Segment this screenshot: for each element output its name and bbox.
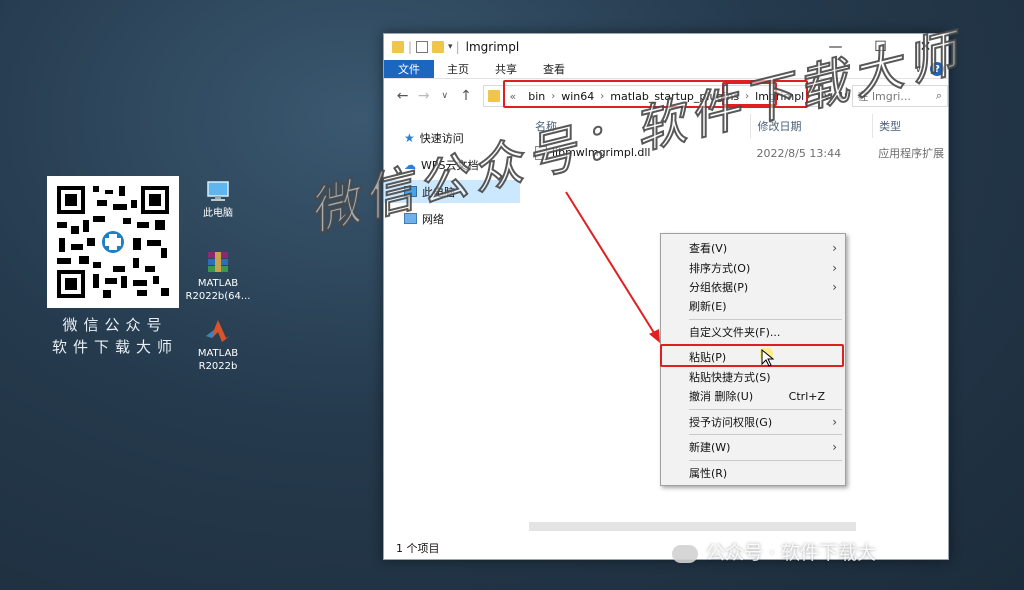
- desktop-icon-label: 此电脑: [203, 208, 233, 219]
- up-arrow-icon[interactable]: ↑: [455, 88, 476, 104]
- watermark-bottom-text: 公众号 · 软件下载大: [706, 542, 877, 564]
- watermark-bottom: 公众号 · 软件下载大: [672, 538, 876, 565]
- menu-item-group-by[interactable]: 分组依据(P) ›: [661, 277, 845, 297]
- file-type: 应用程序扩展: [878, 147, 945, 160]
- qr-caption-line2: 软件下载大师: [51, 338, 178, 356]
- menu-item-customize-folder[interactable]: 自定义文件夹(F)...: [661, 322, 845, 342]
- submenu-arrow-icon: ›: [832, 261, 837, 275]
- tab-view[interactable]: 查看: [530, 60, 578, 78]
- menu-separator: [689, 319, 842, 320]
- menu-item-label: 新建(W): [689, 441, 731, 454]
- menu-item-paste-shortcut[interactable]: 粘贴快捷方式(S): [661, 367, 845, 387]
- column-header-type[interactable]: 类型: [872, 114, 948, 138]
- tab-home[interactable]: 主页: [434, 60, 482, 78]
- menu-item-view[interactable]: 查看(V) ›: [661, 238, 845, 258]
- qr-caption-line1: 微信公众号: [62, 316, 168, 334]
- menu-item-undo-delete[interactable]: 撤消 删除(U) Ctrl+Z: [661, 386, 845, 406]
- menu-item-label: 属性(R): [689, 467, 728, 480]
- submenu-arrow-icon: ›: [832, 280, 837, 294]
- highlight-paste: [660, 344, 844, 367]
- star-icon: ★: [404, 130, 415, 145]
- matlab-icon: [206, 320, 230, 342]
- recent-locations-icon[interactable]: ∨: [434, 91, 455, 101]
- menu-item-label: 查看(V): [689, 242, 728, 255]
- menu-item-label: 自定义文件夹(F)...: [689, 326, 781, 339]
- folder-icon: [487, 90, 500, 102]
- desktop-icon-label: MATLAB R2022b(64...: [185, 278, 251, 302]
- horizontal-scrollbar[interactable]: [529, 522, 856, 531]
- menu-separator: [689, 460, 842, 461]
- mouse-cursor-icon: [760, 348, 774, 367]
- item-count: 1 个项目: [396, 542, 440, 555]
- menu-separator: [689, 409, 842, 410]
- submenu-arrow-icon: ›: [832, 241, 837, 255]
- folder-icon: [392, 41, 404, 53]
- menu-item-give-access[interactable]: 授予访问权限(G) ›: [661, 412, 845, 432]
- menu-separator: [689, 434, 842, 435]
- menu-item-label: 粘贴快捷方式(S): [689, 371, 771, 384]
- winrar-archive-icon: [208, 252, 228, 272]
- menu-item-properties[interactable]: 属性(R): [661, 463, 845, 483]
- back-arrow-icon[interactable]: ←: [392, 88, 413, 104]
- window-title: lmgrimpl: [465, 40, 520, 54]
- wechat-icon: [672, 544, 698, 563]
- submenu-arrow-icon: ›: [832, 415, 837, 429]
- menu-item-label: 刷新(E): [689, 300, 727, 313]
- menu-item-refresh[interactable]: 刷新(E): [661, 296, 845, 316]
- new-folder-icon[interactable]: [432, 41, 445, 53]
- menu-item-new[interactable]: 新建(W) ›: [661, 437, 845, 457]
- forward-arrow-icon[interactable]: →: [413, 88, 434, 104]
- tab-share[interactable]: 共享: [482, 60, 530, 78]
- menu-item-label: 分组依据(P): [689, 281, 749, 294]
- quick-access-toolbar-dropdown-icon[interactable]: ▾: [448, 42, 453, 52]
- desktop-icon-label: MATLAB R2022b: [197, 348, 239, 372]
- menu-item-sort-by[interactable]: 排序方式(O) ›: [661, 258, 845, 278]
- submenu-arrow-icon: ›: [832, 440, 837, 454]
- menu-item-shortcut: Ctrl+Z: [788, 389, 825, 403]
- menu-item-label: 撤消 删除(U): [689, 390, 754, 403]
- computer-icon: [207, 181, 229, 201]
- qr-code: [47, 176, 179, 308]
- properties-icon[interactable]: [416, 41, 429, 53]
- desktop-icon-matlab-installer[interactable]: MATLAB R2022b(64...: [183, 250, 253, 303]
- menu-item-label: 排序方式(O): [689, 262, 751, 275]
- menu-item-label: 授予访问权限(G): [689, 416, 773, 429]
- desktop-icon-this-pc[interactable]: 此电脑: [183, 180, 253, 220]
- search-icon: ⌕: [935, 89, 942, 102]
- desktop-icon-matlab[interactable]: MATLAB R2022b: [183, 318, 253, 373]
- tab-file[interactable]: 文件: [384, 60, 434, 78]
- file-date: 2022/8/5 13:44: [756, 146, 842, 160]
